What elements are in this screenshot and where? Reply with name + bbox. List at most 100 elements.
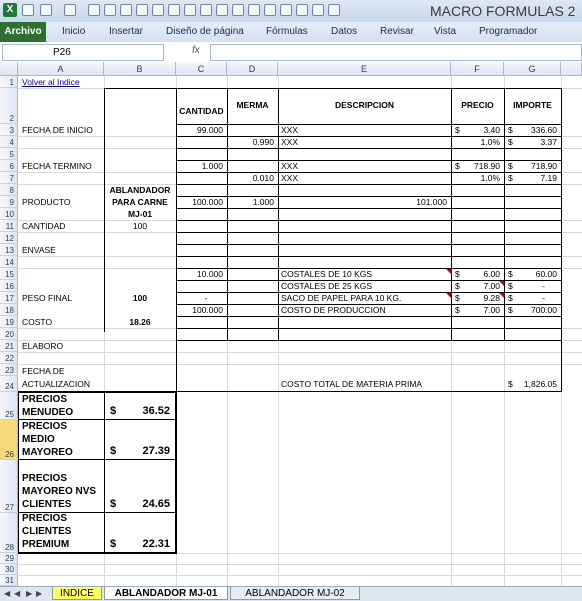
- cell-c6[interactable]: 1.000: [176, 161, 223, 172]
- row-header[interactable]: 7: [0, 172, 18, 184]
- cell-e24[interactable]: COSTO TOTAL DE MATERIA PRIMA: [281, 379, 422, 390]
- row-header[interactable]: 6: [0, 160, 18, 172]
- label-fecha-termino[interactable]: FECHA TERMINO: [22, 161, 92, 172]
- cell-c18[interactable]: 100.000: [176, 305, 223, 316]
- row-header[interactable]: 25: [0, 392, 18, 420]
- folder-icon[interactable]: [280, 4, 292, 16]
- col-header-c[interactable]: C: [176, 62, 227, 76]
- filter-icon[interactable]: [216, 4, 228, 16]
- cell-f18[interactable]: 7.00: [451, 305, 500, 316]
- price-mayoreo-nvs-value[interactable]: 24.65: [120, 498, 170, 510]
- row-header[interactable]: 11: [0, 220, 18, 232]
- print-icon[interactable]: [104, 4, 116, 16]
- label-actualizacion[interactable]: ACTUALIZACION: [22, 379, 90, 390]
- col-header-f[interactable]: F: [451, 62, 504, 76]
- col-header-h[interactable]: [561, 62, 582, 76]
- sheet-icon[interactable]: [312, 4, 324, 16]
- cell-g17[interactable]: -: [504, 293, 545, 304]
- price-medio-mayoreo-value[interactable]: 27.39: [120, 445, 170, 457]
- cell-d4[interactable]: 0.990: [227, 137, 274, 148]
- costo-value[interactable]: 18.26: [104, 317, 176, 328]
- price-menudeo-label[interactable]: PRECIOS MENUDEO: [22, 393, 73, 419]
- tab-revisar[interactable]: Revisar: [380, 22, 414, 42]
- cell-g15[interactable]: 60.00: [504, 269, 557, 280]
- cell-g7[interactable]: 7.19: [504, 173, 557, 184]
- row-header[interactable]: 20: [0, 328, 18, 340]
- cell-e7[interactable]: XXX: [281, 173, 298, 184]
- row-header[interactable]: 28: [0, 513, 18, 553]
- row-header[interactable]: 10: [0, 208, 18, 220]
- tab-insertar[interactable]: Insertar: [109, 22, 143, 42]
- formula-input[interactable]: [210, 44, 582, 61]
- header-cantidad[interactable]: CANTIDAD: [176, 106, 227, 117]
- gear-icon[interactable]: [248, 4, 260, 16]
- customize-icon[interactable]: [328, 4, 340, 16]
- table-icon[interactable]: [136, 4, 148, 16]
- row-header[interactable]: 4: [0, 136, 18, 148]
- row-header[interactable]: 24: [0, 376, 18, 392]
- row-header[interactable]: 30: [0, 564, 18, 575]
- copy-icon[interactable]: [120, 4, 132, 16]
- row-header[interactable]: 27: [0, 460, 18, 513]
- label-costo[interactable]: COSTO: [22, 317, 52, 328]
- price-mayoreo-nvs-label[interactable]: PRECIOS MAYOREO NVS CLIENTES: [22, 472, 96, 511]
- row-header[interactable]: 1: [0, 76, 18, 88]
- product-code[interactable]: MJ-01: [104, 209, 176, 220]
- tab-indice[interactable]: INDICE: [52, 587, 102, 600]
- tab-datos[interactable]: Datos: [331, 22, 357, 42]
- tab-diseno-pagina[interactable]: Diseño de página: [166, 22, 244, 42]
- next-sheet-icon[interactable]: ▶: [26, 589, 32, 598]
- tab-ablandador-mj-02[interactable]: ABLANDADOR MJ-02: [230, 587, 360, 600]
- fx-icon[interactable]: fx: [192, 45, 200, 56]
- row-header[interactable]: 19: [0, 316, 18, 328]
- price-premium-value[interactable]: 22.31: [120, 538, 170, 550]
- row-header[interactable]: 21: [0, 340, 18, 352]
- header-importe[interactable]: IMPORTE: [504, 100, 561, 111]
- price-premium-label[interactable]: PRECIOS CLIENTES PREMIUM: [22, 512, 71, 551]
- last-sheet-icon[interactable]: ▶: [36, 589, 42, 598]
- col-header-g[interactable]: G: [504, 62, 561, 76]
- cell-e6[interactable]: XXX: [281, 161, 298, 172]
- prev-sheet-icon[interactable]: ◀: [14, 589, 20, 598]
- label-fecha-de[interactable]: FECHA DE: [22, 366, 65, 377]
- price-mayoreo-nvs-symbol[interactable]: $: [110, 498, 116, 510]
- tab-programador[interactable]: Programador: [479, 22, 537, 42]
- row-header[interactable]: 14: [0, 256, 18, 268]
- preview-icon[interactable]: [88, 4, 100, 16]
- row-header[interactable]: 31: [0, 575, 18, 586]
- product-name-line1[interactable]: ABLANDADOR: [104, 185, 176, 196]
- grid-icon[interactable]: [168, 4, 180, 16]
- cell-e9[interactable]: 101.000: [278, 197, 447, 208]
- label-producto[interactable]: PRODUCTO: [22, 197, 71, 208]
- cell-e15[interactable]: COSTALES DE 10 KGS: [281, 269, 372, 280]
- row-header[interactable]: 29: [0, 553, 18, 564]
- price-medio-mayoreo-symbol[interactable]: $: [110, 445, 116, 457]
- cell-e16[interactable]: COSTALES DE 25 KGS: [281, 281, 372, 292]
- price-menudeo-value[interactable]: 36.52: [120, 405, 170, 417]
- row-header[interactable]: 23: [0, 364, 18, 376]
- header-precio[interactable]: PRECIO: [451, 100, 504, 111]
- row-header[interactable]: 18: [0, 304, 18, 316]
- save-icon[interactable]: [22, 4, 34, 16]
- label-envase[interactable]: ENVASE: [22, 245, 56, 256]
- tab-vista[interactable]: Vista: [434, 22, 456, 42]
- col-header-b[interactable]: B: [104, 62, 176, 76]
- mail-icon[interactable]: [296, 4, 308, 16]
- fit-icon[interactable]: [152, 4, 164, 16]
- cell-g3[interactable]: 336.60: [504, 125, 557, 136]
- row-header[interactable]: 16: [0, 280, 18, 292]
- cell-f16[interactable]: 7.00: [451, 281, 500, 292]
- cell-g18[interactable]: 700.00: [504, 305, 557, 316]
- cell-e4[interactable]: XXX: [281, 137, 298, 148]
- row-header[interactable]: 9: [0, 196, 18, 208]
- cell-g6[interactable]: 718.90: [504, 161, 557, 172]
- select-all-corner[interactable]: [0, 62, 18, 76]
- tab-archivo[interactable]: Archivo: [0, 22, 46, 42]
- tab-ablandador-mj-01[interactable]: ABLANDADOR MJ-01: [104, 587, 228, 600]
- cell-g4[interactable]: 3.37: [504, 137, 557, 148]
- volver-indice-link[interactable]: Volver al Indice: [22, 77, 80, 88]
- cell-f17[interactable]: 9.28: [451, 293, 500, 304]
- cell-d7[interactable]: 0.010: [227, 173, 274, 184]
- cell-g24[interactable]: 1,826.05: [504, 379, 557, 390]
- price-medio-mayoreo-label[interactable]: PRECIOS MEDIO MAYOREO: [22, 420, 73, 459]
